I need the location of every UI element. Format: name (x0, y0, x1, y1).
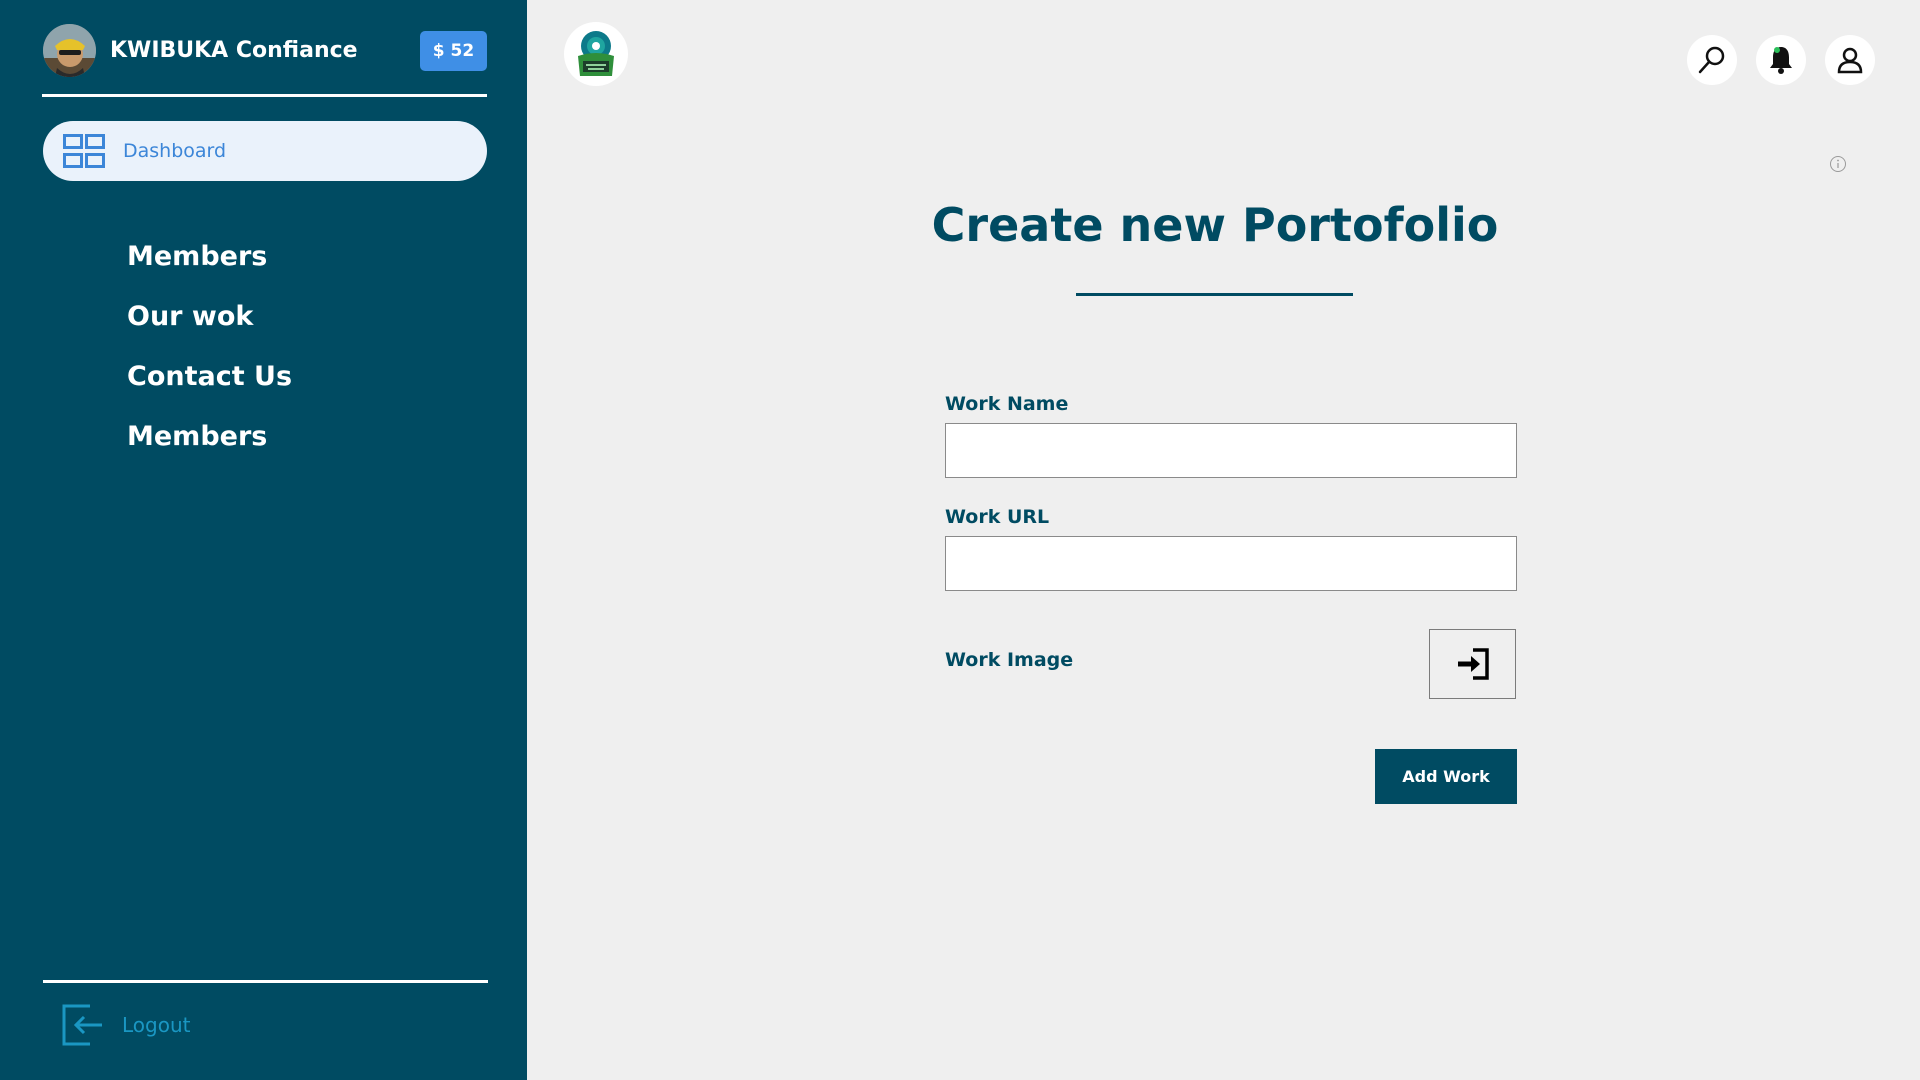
brand-logo[interactable] (564, 22, 628, 86)
sidebar-item-dashboard[interactable]: Dashboard (43, 121, 487, 181)
dashboard-grid-icon (63, 134, 105, 168)
bell-icon (1770, 47, 1792, 74)
work-name-label: Work Name (945, 393, 1069, 415)
work-image-label: Work Image (945, 649, 1074, 671)
search-button[interactable] (1687, 35, 1737, 85)
info-icon[interactable] (1829, 155, 1847, 173)
sidebar-menu: Members Our wok Contact Us Members (127, 232, 292, 472)
work-image-upload-button[interactable] (1429, 629, 1516, 699)
sidebar-item-contact-us[interactable]: Contact Us (127, 352, 292, 412)
logout-icon (62, 1004, 102, 1046)
sidebar-divider-bottom (43, 980, 488, 983)
upload-file-icon (1457, 648, 1489, 680)
work-name-input[interactable] (945, 423, 1517, 478)
profile-button[interactable] (1825, 35, 1875, 85)
notifications-button[interactable] (1756, 35, 1806, 85)
title-underline (1076, 293, 1353, 296)
profile-name: KWIBUKA Confiance (110, 37, 358, 63)
sidebar-item-our-work[interactable]: Our wok (127, 292, 292, 352)
sidebar-item-members[interactable]: Members (127, 232, 292, 292)
logout-button[interactable]: Logout (62, 1004, 190, 1046)
page-title: Create new Portofolio (931, 198, 1499, 252)
balance-badge[interactable]: $ 52 (420, 31, 487, 71)
work-url-label: Work URL (945, 506, 1050, 528)
profile-header: KWIBUKA Confiance $ 52 (43, 22, 487, 78)
sidebar-item-label: Dashboard (123, 140, 227, 162)
avatar[interactable] (43, 23, 96, 77)
sidebar: KWIBUKA Confiance $ 52 Dashboard Members… (0, 0, 527, 1080)
work-url-input[interactable] (945, 536, 1517, 591)
add-work-button[interactable]: Add Work (1375, 749, 1517, 804)
sidebar-divider-top (42, 94, 487, 97)
user-icon (1837, 47, 1863, 74)
logout-label: Logout (122, 1013, 191, 1037)
sidebar-item-members-2[interactable]: Members (127, 412, 292, 472)
search-icon (1698, 46, 1725, 74)
